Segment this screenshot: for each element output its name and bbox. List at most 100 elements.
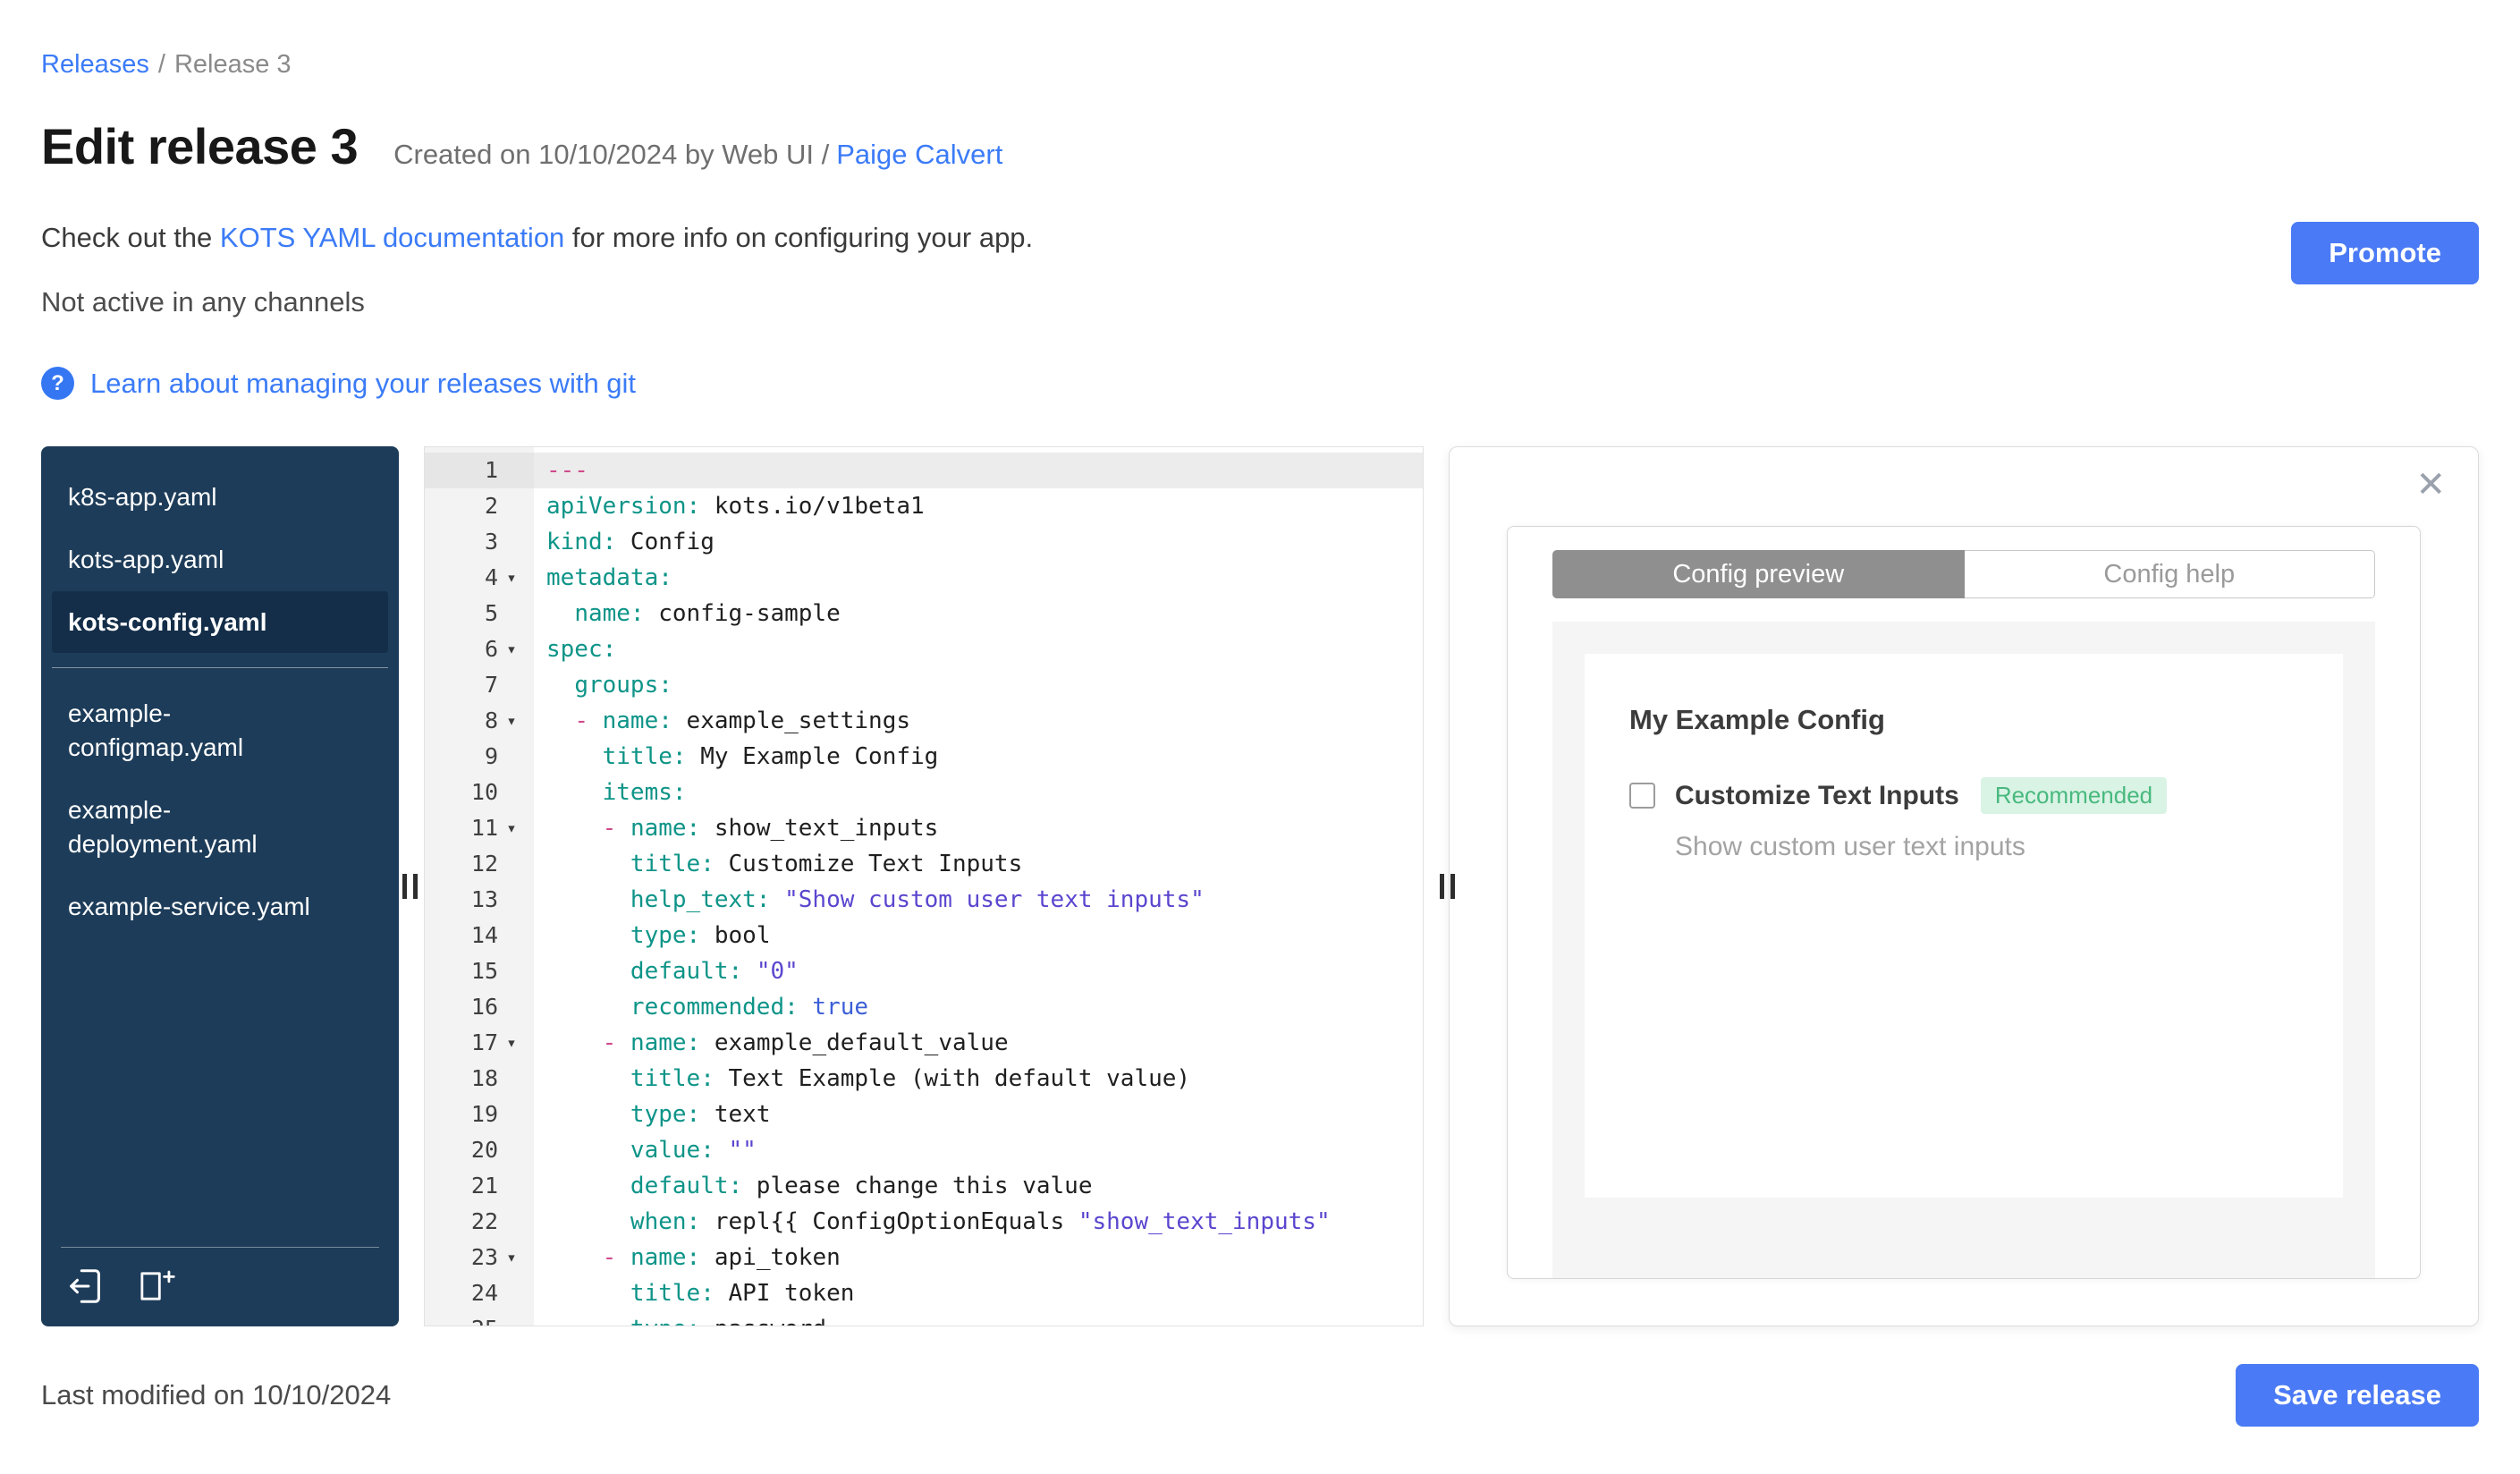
code-line-25[interactable]: 25 type: password <box>425 1311 1423 1326</box>
breadcrumb-releases-link[interactable]: Releases <box>41 50 149 79</box>
line-number: 3 <box>425 524 534 560</box>
fold-icon[interactable]: ▾ <box>498 1025 525 1061</box>
code-line-20[interactable]: 20 value: "" <box>425 1132 1423 1168</box>
code-line-9[interactable]: 9 title: My Example Config <box>425 739 1423 775</box>
code-line-4[interactable]: 4 ▾ metadata: <box>425 560 1423 596</box>
file-add-icon[interactable] <box>134 1266 175 1307</box>
file-group-0: k8s-app.yaml kots-app.yaml kots-config.yam… <box>41 466 399 654</box>
last-modified: Last modified on 10/10/2024 <box>41 1379 392 1410</box>
sidebar-divider <box>52 667 388 669</box>
promote-button[interactable]: Promote <box>2291 222 2479 284</box>
fold-icon[interactable]: ▾ <box>498 703 525 739</box>
kots-doc-link[interactable]: KOTS YAML documentation <box>220 222 564 253</box>
resize-handle-right[interactable] <box>1440 874 1455 899</box>
line-number: 16 <box>425 989 534 1025</box>
code-line-2[interactable]: 2 apiVersion: kots.io/v1beta1 <box>425 488 1423 524</box>
preview-body: My Example Config Customize Text Inputs … <box>1552 622 2375 1278</box>
tab-config-help[interactable]: Config help <box>1964 550 2375 598</box>
code-line-3[interactable]: 3 kind: Config <box>425 524 1423 560</box>
config-item-label: Customize Text Inputs <box>1675 780 1959 810</box>
line-number: 2 <box>425 488 534 524</box>
line-number: 18 <box>425 1061 534 1097</box>
line-number: 11 ▾ <box>425 810 534 846</box>
line-number: 19 <box>425 1097 534 1132</box>
doc-line: Check out the KOTS YAML documentation fo… <box>41 222 1033 254</box>
line-number: 22 <box>425 1204 534 1240</box>
created-info: Created on 10/10/2024 by Web UI / Paige C… <box>393 139 1002 171</box>
git-releases-link[interactable]: Learn about managing your releases with … <box>90 368 636 400</box>
code-line-6[interactable]: 6 ▾ spec: <box>425 631 1423 667</box>
file-import-icon[interactable] <box>66 1266 107 1307</box>
editor-workspace: k8s-app.yaml kots-app.yaml kots-config.yam… <box>41 446 2479 1326</box>
breadcrumb-separator: / <box>157 50 165 79</box>
file-item-example-configmap.yaml[interactable]: example-configmap.yaml <box>52 682 388 779</box>
code-line-1[interactable]: 1 --- <box>425 453 1423 488</box>
line-number: 8 ▾ <box>425 703 534 739</box>
code-line-7[interactable]: 7 groups: <box>425 667 1423 703</box>
sidebar-footer <box>61 1247 379 1326</box>
customize-text-inputs-checkbox[interactable] <box>1629 783 1655 809</box>
code-line-18[interactable]: 18 title: Text Example (with default val… <box>425 1061 1423 1097</box>
file-item-k8s-app.yaml[interactable]: k8s-app.yaml <box>52 466 388 529</box>
resize-handle-left[interactable] <box>402 874 418 899</box>
code-line-10[interactable]: 10 items: <box>425 775 1423 810</box>
preview-card: Config preview Config help My Example Con… <box>1507 526 2421 1279</box>
fold-icon[interactable]: ▾ <box>498 560 525 596</box>
fold-icon[interactable]: ▾ <box>498 810 525 846</box>
code-lines: 1 --- 2 apiVersion: kots.io/v1beta1 3 kind: C… <box>425 453 1423 1326</box>
yaml-editor[interactable]: 1 --- 2 apiVersion: kots.io/v1beta1 3 kind: C… <box>424 446 1424 1326</box>
doc-text-after: for more info on configuring your app. <box>564 222 1034 253</box>
config-group-title: My Example Config <box>1629 704 1885 735</box>
line-number: 9 <box>425 739 534 775</box>
file-item-kots-app.yaml[interactable]: kots-app.yaml <box>52 529 388 591</box>
breadcrumb-current: Release 3 <box>173 50 292 79</box>
code-line-19[interactable]: 19 type: text <box>425 1097 1423 1132</box>
code-line-11[interactable]: 11 ▾ - name: show_text_inputs <box>425 810 1423 846</box>
page-title: Edit release 3 <box>41 118 359 174</box>
breadcrumb: Releases / Release 3 <box>41 50 2479 80</box>
config-item-row: Customize Text Inputs Recommended <box>1629 777 2298 814</box>
title-row: Edit release 3 Created on 10/10/2024 by … <box>41 117 2479 175</box>
line-number: 4 ▾ <box>425 560 534 596</box>
close-icon[interactable]: ✕ <box>2415 467 2446 503</box>
line-number: 6 ▾ <box>425 631 534 667</box>
code-line-22[interactable]: 22 when: repl{{ ConfigOptionEquals "show… <box>425 1204 1423 1240</box>
line-number: 14 <box>425 918 534 953</box>
code-line-23[interactable]: 23 ▾ - name: api_token <box>425 1240 1423 1275</box>
code-line-17[interactable]: 17 ▾ - name: example_default_value <box>425 1025 1423 1061</box>
fold-icon[interactable]: ▾ <box>498 631 525 667</box>
preview-tabs: Config preview Config help <box>1552 550 2375 598</box>
config-preview-content: My Example Config Customize Text Inputs … <box>1585 654 2343 1198</box>
doc-row: Check out the KOTS YAML documentation fo… <box>41 222 2479 318</box>
file-item-kots-config.yaml[interactable]: kots-config.yaml <box>52 590 388 654</box>
code-line-21[interactable]: 21 default: please change this value <box>425 1168 1423 1204</box>
help-icon: ? <box>41 367 74 400</box>
line-number: 24 <box>425 1275 534 1311</box>
line-number: 25 <box>425 1311 534 1326</box>
git-row: ? Learn about managing your releases wit… <box>41 367 2479 400</box>
line-number: 17 ▾ <box>425 1025 534 1061</box>
page: Releases / Release 3 Edit release 3 Create… <box>0 0 2520 1474</box>
code-line-24[interactable]: 24 title: API token <box>425 1275 1423 1311</box>
doc-text-before: Check out the <box>41 222 220 253</box>
line-number: 21 <box>425 1168 534 1204</box>
line-number: 23 ▾ <box>425 1240 534 1275</box>
file-item-example-service.yaml[interactable]: example-service.yaml <box>52 876 388 938</box>
tab-config-preview[interactable]: Config preview <box>1552 550 1965 598</box>
code-line-16[interactable]: 16 recommended: true <box>425 989 1423 1025</box>
code-line-12[interactable]: 12 title: Customize Text Inputs <box>425 846 1423 882</box>
code-line-14[interactable]: 14 type: bool <box>425 918 1423 953</box>
created-author-link[interactable]: Paige Calvert <box>836 139 1002 170</box>
code-line-13[interactable]: 13 help_text: "Show custom user text inp… <box>425 882 1423 918</box>
code-line-5[interactable]: 5 name: config-sample <box>425 596 1423 631</box>
fold-icon[interactable]: ▾ <box>498 1240 525 1275</box>
code-line-15[interactable]: 15 default: "0" <box>425 953 1423 989</box>
line-number: 12 <box>425 846 534 882</box>
save-release-button[interactable]: Save release <box>2236 1364 2479 1427</box>
channel-status: Not active in any channels <box>41 286 365 318</box>
file-item-example-deployment.yaml[interactable]: example-deployment.yaml <box>52 779 388 876</box>
footer-row: Last modified on 10/10/2024 Save release <box>41 1364 2479 1427</box>
code-line-8[interactable]: 8 ▾ - name: example_settings <box>425 703 1423 739</box>
line-number: 10 <box>425 775 534 810</box>
config-item-help: Show custom user text inputs <box>1675 832 2025 861</box>
